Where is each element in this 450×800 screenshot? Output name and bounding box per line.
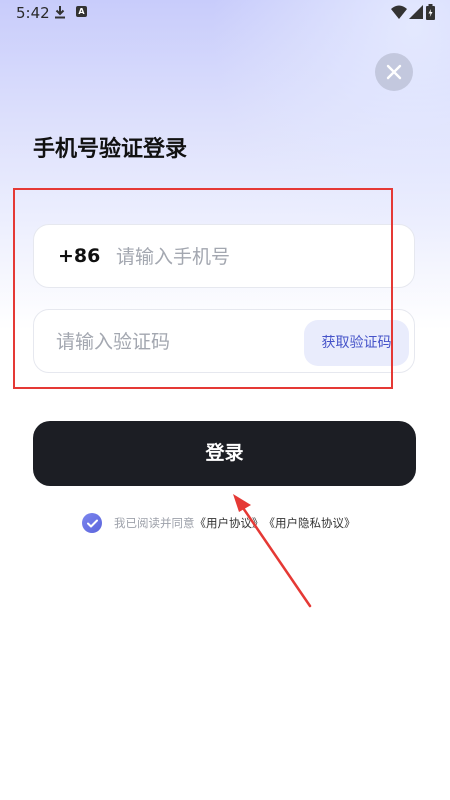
agreement-row: 我已阅读并同意 《用户协议》 《用户隐私协议》: [82, 512, 356, 534]
battery-icon: [426, 4, 435, 20]
login-button[interactable]: 登录: [33, 421, 416, 486]
privacy-agreement-link[interactable]: 《用户隐私协议》: [264, 515, 356, 531]
page-title: 手机号验证登录: [33, 137, 188, 162]
checkbox-checked-icon[interactable]: [82, 513, 102, 533]
close-icon: [386, 64, 402, 80]
phone-field[interactable]: +86: [33, 224, 415, 288]
download-icon: [55, 6, 65, 19]
code-field[interactable]: 获取验证码: [33, 309, 415, 373]
close-button[interactable]: [375, 53, 413, 91]
code-input[interactable]: [56, 328, 296, 356]
agreement-prefix: 我已阅读并同意: [114, 516, 195, 530]
a-icon: A: [76, 6, 87, 17]
get-code-button[interactable]: 获取验证码: [304, 320, 409, 366]
red-arrow-annotation: [233, 494, 312, 608]
status-bar: 5:42 A: [0, 0, 450, 26]
wifi-icon: [391, 5, 407, 19]
user-agreement-link[interactable]: 《用户协议》: [195, 515, 264, 531]
status-time: 5:42: [16, 4, 50, 22]
phone-input[interactable]: [116, 243, 396, 271]
country-code[interactable]: +86: [58, 245, 100, 267]
signal-icon: [409, 5, 423, 19]
